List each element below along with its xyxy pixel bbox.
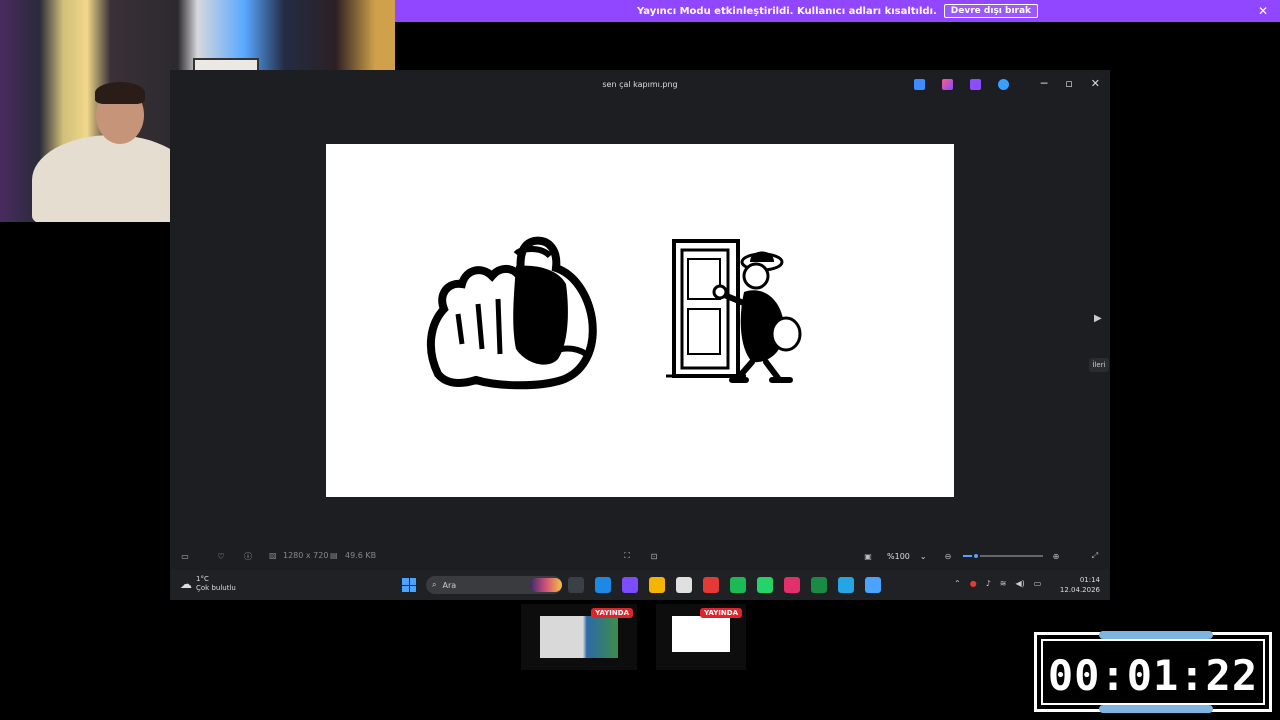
folder-icon[interactable]	[649, 577, 665, 593]
pointing-hand-illustration	[426, 236, 597, 390]
weather-temp: 1°C	[196, 575, 209, 583]
weather-desc: Çok bulutlu	[196, 584, 236, 592]
search-icon: ⌕	[432, 580, 437, 589]
displayed-image	[426, 236, 802, 390]
stream-thumbnail[interactable]: YAYINDA	[521, 604, 637, 670]
taskbar-search[interactable]: ⌕ Ara	[426, 576, 562, 594]
next-tooltip: İleri	[1089, 358, 1109, 372]
file-explorer-icon[interactable]	[568, 577, 584, 593]
dimensions-icon: ▨	[269, 551, 277, 560]
streamer-hair	[95, 82, 145, 104]
title-bar: sen çal kapımı.png ─ ▫ ✕	[170, 70, 1110, 100]
image-canvas	[326, 144, 954, 497]
clock-date: 12.04.2026	[1059, 586, 1100, 594]
photos-window: sen çal kapımı.png ─ ▫ ✕ ▶ İleri ▭ ♡ ⓘ ▨…	[170, 70, 1110, 600]
image-dimensions: 1280 x 720	[283, 551, 329, 560]
system-tray: ⌃ ● ♪ ≋ ◀) ▭	[954, 579, 1041, 588]
microphone-icon[interactable]: ♪	[986, 579, 991, 588]
thumbnail-preview	[540, 616, 618, 658]
zoom-level: %100	[887, 551, 910, 561]
stream-thumbnail[interactable]: YAYINDA	[656, 604, 746, 670]
disable-button[interactable]: Devre dışı bırak	[943, 4, 1039, 18]
streamer-mode-banner: Yayıncı Modu etkinleştirildi. Kullanıcı …	[395, 0, 1280, 22]
timer-display: 00:01:22	[1047, 651, 1259, 700]
search-highlight-art	[530, 578, 562, 592]
close-window-icon[interactable]: ✕	[1091, 77, 1100, 90]
edit-icon[interactable]	[914, 79, 925, 90]
excel-icon[interactable]	[811, 577, 827, 593]
photos-icon[interactable]	[865, 577, 881, 593]
chevron-down-icon: ⌄	[919, 551, 927, 561]
banner-message: Yayıncı Modu etkinleştirildi. Kullanıcı …	[636, 5, 937, 17]
search-placeholder: Ara	[442, 580, 457, 590]
streamer-person	[32, 135, 192, 222]
start-button[interactable]	[402, 578, 416, 592]
stream-timer: 00:01:22	[1034, 631, 1272, 713]
zoom-slider-knob[interactable]	[971, 552, 980, 560]
zoom-in-icon[interactable]: ⊕	[1050, 550, 1062, 562]
instagram-icon[interactable]	[784, 577, 800, 593]
whatsapp-icon[interactable]	[757, 577, 773, 593]
favorite-icon[interactable]: ♡	[215, 550, 227, 562]
globe-icon[interactable]	[838, 577, 854, 593]
maximize-icon[interactable]: ▫	[1065, 77, 1072, 90]
weather-widget[interactable]: ☁ 1°C Çok bulutlu	[180, 575, 236, 593]
info-icon[interactable]: ⓘ	[242, 550, 254, 562]
store-icon[interactable]	[676, 577, 692, 593]
zoom-slider[interactable]	[963, 552, 1043, 560]
image-toolbar: ▭ ♡ ⓘ ▨ 1280 x 720 ▤ 49.6 KB ⛶ ⊡ ▣ %100 …	[170, 545, 1110, 567]
designer-icon[interactable]	[942, 79, 953, 90]
clock-time: 01:14	[1079, 576, 1100, 584]
timer-bar-bottom	[1099, 705, 1213, 713]
onedrive-icon[interactable]	[998, 79, 1009, 90]
zoom-out-icon[interactable]: ⊖	[942, 550, 954, 562]
edge-icon[interactable]	[595, 577, 611, 593]
copilot-icon[interactable]	[622, 577, 638, 593]
chrome-icon[interactable]	[703, 577, 719, 593]
windows-taskbar: ☁ 1°C Çok bulutlu ⌕ Ara ⌃ ● ♪ ≋ ◀) ▭ 01:…	[170, 570, 1110, 600]
thumbnail-preview	[672, 616, 730, 652]
fullscreen-icon[interactable]: ⤢	[1089, 550, 1101, 562]
cloud-icon: ☁	[180, 576, 192, 591]
crop-icon[interactable]: ⛶	[621, 550, 633, 562]
close-icon[interactable]: ✕	[1258, 4, 1268, 18]
wifi-icon[interactable]: ≋	[1000, 579, 1007, 588]
pinned-apps	[568, 577, 881, 593]
spotify-icon[interactable]	[730, 577, 746, 593]
file-size-icon: ▤	[330, 551, 338, 560]
taskbar-clock[interactable]: 01:14 12.04.2026	[1060, 575, 1100, 595]
visual-search-icon[interactable]: ⊡	[648, 550, 660, 562]
filmstrip-icon[interactable]: ▭	[179, 550, 191, 562]
next-arrow-icon[interactable]: ▶	[1094, 313, 1106, 327]
minimize-icon[interactable]: ─	[1041, 77, 1048, 90]
battery-icon[interactable]: ▭	[1034, 579, 1042, 588]
stream-scene: Yayıncı Modu etkinleştirildi. Kullanıcı …	[0, 0, 1280, 720]
door-knocking-illustration	[666, 239, 802, 383]
zoom-dropdown[interactable]: %100 ⌄	[883, 549, 933, 563]
live-badge: YAYINDA	[591, 608, 633, 618]
live-badge: YAYINDA	[700, 608, 742, 618]
timer-bar-top	[1099, 631, 1213, 639]
volume-icon[interactable]: ◀)	[1016, 579, 1025, 588]
record-icon[interactable]: ●	[970, 579, 977, 588]
image-file-size: 49.6 KB	[345, 551, 377, 560]
clipchamp-icon[interactable]	[970, 79, 981, 90]
fit-to-window-icon[interactable]: ▣	[862, 550, 874, 562]
chevron-up-icon[interactable]: ⌃	[954, 579, 961, 588]
